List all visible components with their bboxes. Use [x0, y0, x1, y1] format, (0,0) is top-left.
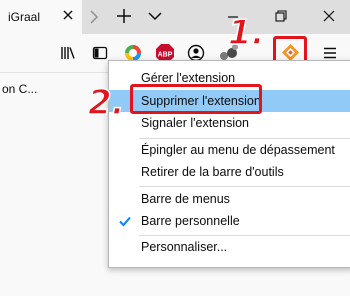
- new-tab-icon[interactable]: [116, 8, 132, 24]
- remove-extension-highlight: [130, 84, 262, 114]
- restore-icon[interactable]: [274, 9, 288, 23]
- tab-title: iGraal: [8, 10, 41, 24]
- tab-scroll-right-icon[interactable]: [88, 9, 100, 25]
- close-icon[interactable]: [61, 8, 75, 22]
- annotation-step-1: 1.: [227, 13, 265, 53]
- menu-item-report-extension[interactable]: Signaler l'extension: [109, 112, 350, 134]
- tab-igraal[interactable]: iGraal: [0, 0, 82, 34]
- menu-item-label: Épingler au menu de dépassement: [141, 143, 335, 157]
- menu-separator: [139, 186, 350, 187]
- menu-item-label: Barre personnelle: [141, 214, 240, 228]
- tab-strip: iGraal: [0, 0, 350, 34]
- window-close-icon[interactable]: [322, 9, 336, 23]
- svg-text:ABP: ABP: [158, 52, 173, 59]
- sidebar-icon[interactable]: [92, 45, 108, 61]
- menu-item-label: Signaler l'extension: [141, 116, 250, 130]
- menu-item-remove-from-toolbar[interactable]: Retirer de la barre d'outils: [109, 161, 350, 183]
- bookmark-item[interactable]: on C...: [2, 82, 37, 96]
- tab-list-icon[interactable]: [148, 11, 162, 21]
- menu-item-label: Retirer de la barre d'outils: [141, 165, 284, 179]
- checkmark-icon: [119, 216, 131, 227]
- menu-item-customize[interactable]: Personnaliser...: [109, 236, 350, 258]
- menu-item-label: Barre de menus: [141, 192, 230, 206]
- menu-item-bookmarks-toolbar[interactable]: Barre personnelle: [109, 210, 350, 232]
- menu-item-pin-to-overflow[interactable]: Épingler au menu de dépassement: [109, 139, 350, 161]
- library-icon[interactable]: [60, 45, 76, 61]
- hamburger-menu-icon[interactable]: [322, 45, 338, 61]
- menu-item-label: Personnaliser...: [141, 240, 228, 254]
- annotation-step-2: 2.: [87, 83, 125, 123]
- menu-item-label: Gérer l'extension: [141, 71, 236, 85]
- menu-item-menu-bar[interactable]: Barre de menus: [109, 188, 350, 210]
